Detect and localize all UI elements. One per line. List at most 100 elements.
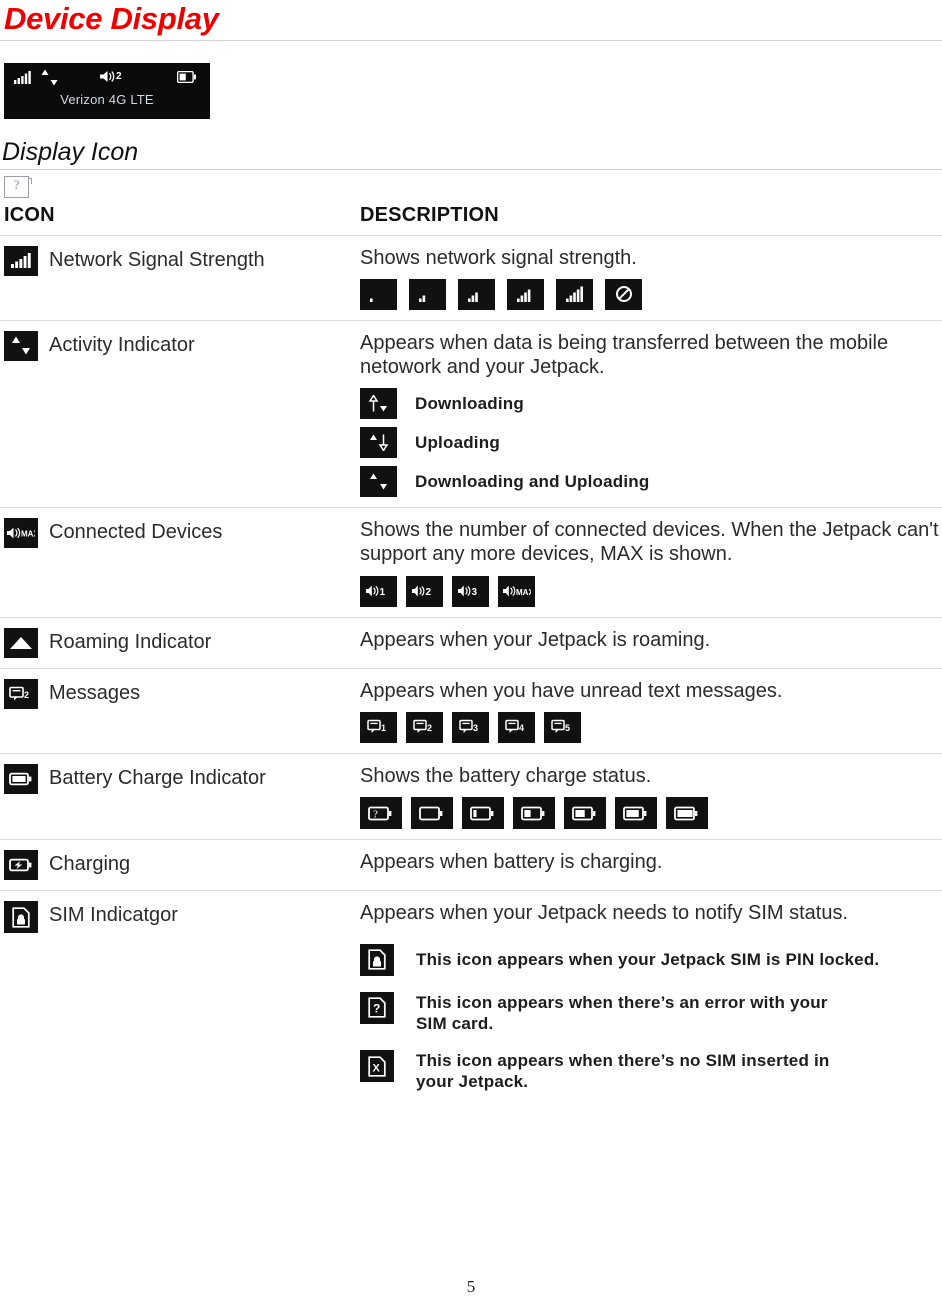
row-description: Shows network signal strength. — [360, 246, 637, 269]
message-3-icon: 3 — [452, 711, 489, 743]
activity-updown-icon — [40, 69, 60, 87]
variant-count: 3 — [472, 587, 478, 598]
svg-text:X: X — [373, 1062, 381, 1074]
signal-2-icon — [458, 278, 495, 310]
battery-empty-icon — [411, 797, 453, 830]
variant-count: 5 — [565, 723, 570, 733]
variant-count: 2 — [426, 587, 432, 598]
table-row: 2 Messages Appears when you have unread … — [0, 668, 942, 753]
row-description-cell: Shows network signal strength. — [348, 235, 942, 320]
table-row: MAX Connected Devices Shows the number o… — [0, 507, 942, 617]
device-display-preview: 2 Verizon 4G LTE — [0, 41, 942, 120]
connected-devices-icon: 2 — [100, 70, 122, 83]
table-row: Network Signal Strength Shows network si… — [0, 235, 942, 320]
svg-text:?: ? — [373, 808, 378, 820]
row-icon-cell: Charging — [0, 840, 348, 891]
roaming-triangle-icon — [4, 627, 38, 658]
section-subheading: Display Icon — [2, 138, 139, 167]
signal-1-icon — [409, 278, 446, 310]
sub-item: Uploading — [360, 426, 942, 458]
table-row: SIM Indicatgor Appears when your Jetpack… — [0, 890, 942, 1103]
row-icon-cell: MAX Connected Devices — [0, 507, 348, 617]
sim-lock-icon — [4, 901, 38, 934]
sub-item: Downloading — [360, 387, 942, 419]
svg-text:2: 2 — [24, 690, 29, 700]
row-label: Charging — [49, 853, 131, 876]
row-icon-cell: Network Signal Strength — [0, 235, 348, 320]
sim-lock-icon — [360, 943, 394, 976]
sub-item-label: This icon appears when your Jetpack SIM … — [416, 950, 880, 970]
row-description-cell: Shows the number of connected devices. W… — [348, 507, 942, 617]
variant-count: 3 — [473, 723, 478, 733]
row-description: Shows the battery charge status. — [360, 764, 652, 787]
sim-missing-icon: X — [360, 1050, 394, 1083]
messages-variant-list: 1 2 3 4 5 — [360, 711, 942, 743]
row-description-cell: Appears when your Jetpack needs to notif… — [348, 891, 942, 1103]
message-5-icon: 5 — [544, 711, 581, 743]
battery-20-icon — [462, 797, 504, 830]
row-description: Appears when your Jetpack is roaming. — [360, 628, 711, 651]
page-title: Device Display — [4, 1, 219, 36]
page-number: 5 — [466, 1277, 476, 1296]
connected-devices-3-icon: 3 — [452, 575, 489, 607]
row-description-cell: Appears when battery is charging. — [348, 840, 942, 891]
message-1-icon: 1 — [360, 711, 397, 743]
row-description: Appears when data is being transferred b… — [360, 331, 889, 379]
signal-4-icon — [556, 278, 593, 310]
row-description: Appears when you have unread text messag… — [360, 679, 783, 702]
row-icon-cell: SIM Indicatgor — [0, 891, 348, 1103]
sub-item-label: Downloading — [415, 393, 524, 413]
display-icon-table: ICON DESCRIPTION Network Signal Strength… — [0, 200, 942, 1103]
signal-bars-icon — [14, 71, 32, 85]
activity-updown-icon — [4, 330, 38, 361]
table-row: Charging Appears when battery is chargin… — [0, 839, 942, 891]
sub-item: X This icon appears when there’s no SIM … — [360, 1050, 942, 1093]
signal-0-icon — [360, 278, 397, 310]
downloading-uploading-icon — [360, 465, 397, 497]
no-service-icon — [605, 278, 642, 310]
message-icon: 2 — [4, 678, 38, 709]
battery-full-icon — [666, 797, 708, 830]
carrier-label: Verizon 4G LTE — [60, 92, 154, 108]
message-2-icon: 2 — [406, 711, 443, 743]
downloading-icon — [360, 387, 397, 419]
battery-icon — [177, 71, 196, 84]
row-description: Appears when your Jetpack needs to notif… — [360, 902, 849, 925]
subheading-divider — [0, 168, 942, 170]
row-description-cell: Appears when data is being transferred b… — [348, 320, 942, 507]
signal-3-icon — [507, 278, 544, 310]
variant-count: MAX — [516, 588, 531, 597]
variant-count: 1 — [380, 587, 386, 598]
sub-item-label: This icon appears when there’s no SIM in… — [416, 1051, 830, 1092]
connected-devices-variant-list: 1 2 3 MA — [360, 575, 942, 607]
message-4-icon: 4 — [498, 711, 535, 743]
connected-devices-2-icon: 2 — [406, 575, 443, 607]
battery-charging-icon — [4, 850, 38, 881]
variant-count: 4 — [519, 723, 524, 733]
row-label: SIM Indicatgor — [49, 904, 178, 927]
sub-item: Downloading and Uploading — [360, 465, 942, 497]
row-description-cell: Shows the battery charge status. ? — [348, 753, 942, 839]
battery-variant-list: ? — [360, 797, 942, 830]
row-label: Connected Devices — [49, 520, 223, 543]
signal-variant-list — [360, 278, 942, 310]
sub-item: This icon appears when your Jetpack SIM … — [360, 943, 942, 976]
connected-devices-count: 2 — [116, 71, 122, 83]
broken-image-icon: ? — [4, 175, 32, 198]
row-label: Roaming Indicator — [49, 630, 212, 653]
row-label: Network Signal Strength — [49, 248, 265, 271]
row-label: Battery Charge Indicator — [49, 766, 266, 789]
column-header-icon: ICON — [4, 203, 55, 226]
svg-text:?: ? — [373, 1002, 380, 1016]
sub-item: ? This icon appears when there’s an erro… — [360, 991, 942, 1035]
row-icon-cell: Activity Indicator — [0, 320, 348, 507]
battery-icon — [4, 763, 38, 794]
signal-bars-icon — [4, 245, 38, 276]
battery-80-icon — [615, 797, 657, 830]
column-header-description: DESCRIPTION — [360, 203, 499, 226]
variant-count: 2 — [427, 723, 432, 733]
sub-item-label: Downloading and Uploading — [415, 471, 650, 491]
row-description: Appears when battery is charging. — [360, 851, 663, 874]
battery-unknown-icon: ? — [360, 797, 402, 830]
row-description: Shows the number of connected devices. W… — [360, 518, 939, 566]
